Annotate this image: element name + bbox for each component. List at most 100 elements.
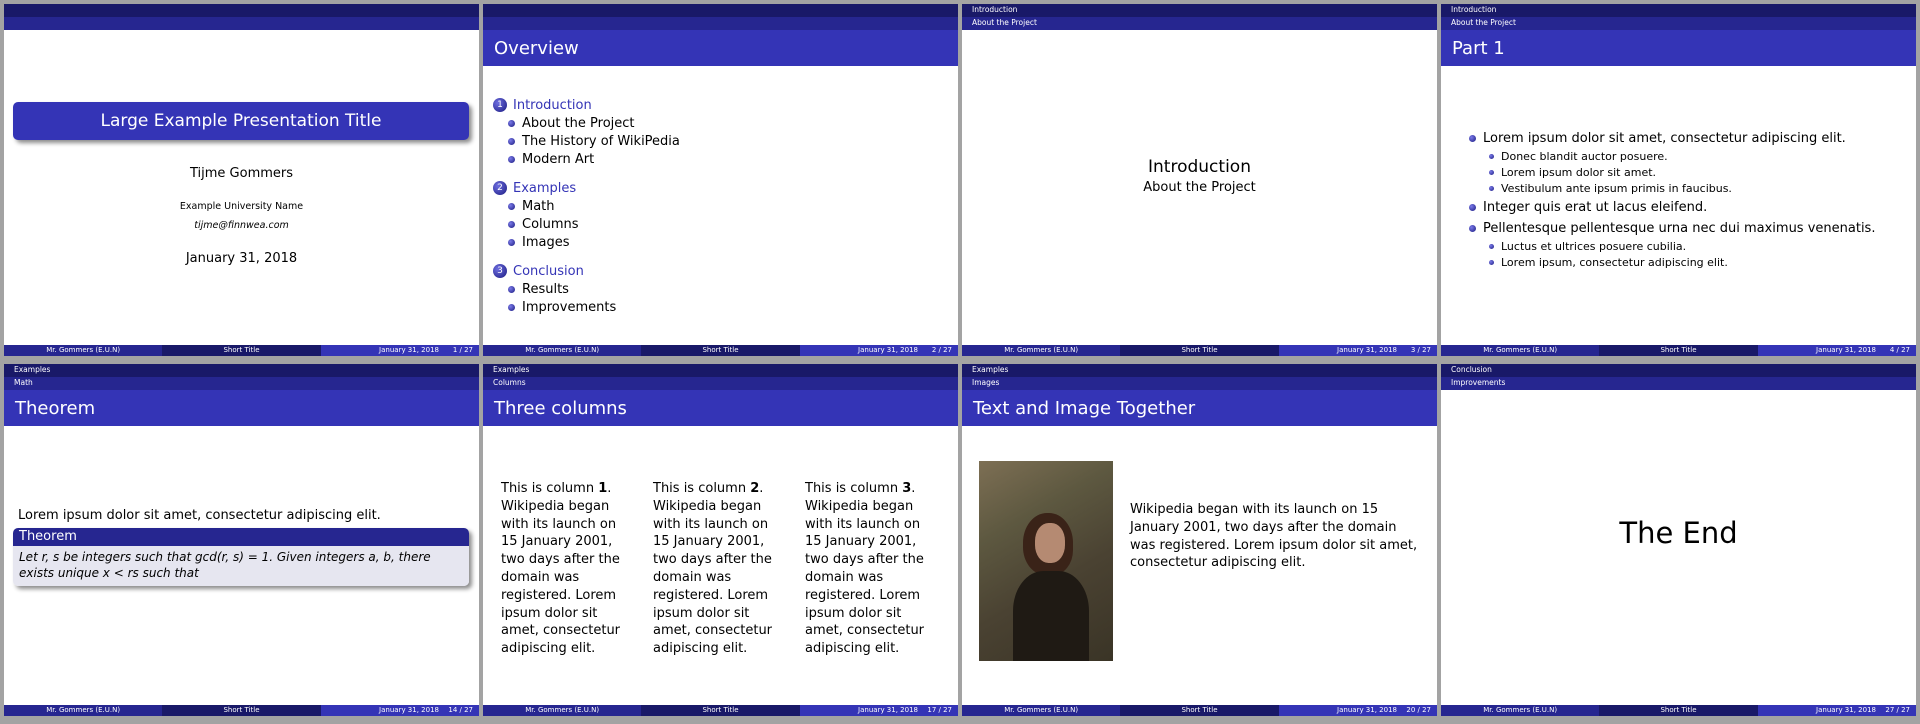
bullet-icon: [1489, 243, 1494, 249]
header-bar-bottom: About the Project: [962, 17, 1437, 30]
footer-right: January 31, 2018 4 / 27: [1757, 345, 1916, 356]
slide-section-intro[interactable]: Introduction About the Project Introduct…: [962, 4, 1437, 356]
toc-subsection[interactable]: Columns: [508, 215, 680, 233]
section-number-badge: 2: [493, 181, 507, 195]
sub-list-item-text: Vestibulum ante ipsum primis in faucibus…: [1501, 181, 1732, 195]
sub-list-item-text: Donec blandit auctor posuere.: [1501, 149, 1668, 163]
footer-right: January 31, 2018 3 / 27: [1278, 345, 1437, 356]
header-bar-top: [4, 4, 479, 17]
presentation-title: Large Example Presentation Title: [13, 102, 469, 140]
section-number-badge: 3: [493, 264, 507, 278]
toc-section[interactable]: 1 Introduction: [493, 96, 680, 114]
header-subsection[interactable]: About the Project: [972, 18, 1037, 27]
header-section[interactable]: Examples: [493, 365, 529, 374]
toc-subsection[interactable]: Modern Art: [508, 150, 680, 168]
footer: Mr. Gommers (E.U.N) Short Title January …: [483, 705, 958, 716]
footer-right: January 31, 2018 27 / 27: [1757, 705, 1916, 716]
header-section[interactable]: Conclusion: [1451, 365, 1492, 374]
page-number: 2 / 27: [931, 346, 952, 354]
header-subsection[interactable]: Images: [972, 378, 999, 387]
toc-subsection[interactable]: Math: [508, 197, 680, 215]
header-section[interactable]: Examples: [972, 365, 1008, 374]
frame-title-bar: Text and Image Together: [962, 390, 1437, 426]
bullet-icon: [508, 155, 515, 163]
toc-subsection-label: Math: [522, 198, 555, 214]
sub-list-item-text: Lorem ipsum dolor sit amet.: [1501, 165, 1657, 179]
toc-subsection-label: Columns: [522, 216, 579, 232]
toc-subsection-label: Images: [522, 234, 570, 250]
header-bar-bottom: About the Project: [1441, 17, 1916, 30]
toc-subsection[interactable]: The History of WikiPedia: [508, 132, 680, 150]
footer-short-title: Short Title: [162, 705, 321, 716]
header-subsection[interactable]: Math: [14, 378, 33, 387]
closing-title: The End: [1619, 516, 1738, 550]
institute: Example University Name: [179, 201, 304, 212]
footer-date: January 31, 2018: [858, 706, 918, 714]
column-body: Wikipedia began with its launch on 15 Ja…: [653, 498, 773, 657]
page-number: 20 / 27: [1406, 706, 1431, 714]
toc-subsection[interactable]: About the Project: [508, 114, 680, 132]
bullet-icon: [1489, 169, 1494, 175]
slide-overview[interactable]: Overview 1 Introduction About the Project…: [483, 4, 958, 356]
footer-author: Mr. Gommers (E.U.N): [483, 345, 642, 356]
bullet-icon: [508, 238, 515, 246]
frame-title-bar: Three columns: [483, 390, 958, 426]
footer-date: January 31, 2018: [1816, 346, 1876, 354]
footer-date: January 31, 2018: [379, 706, 439, 714]
header-bar-bottom: [4, 17, 479, 30]
toc-subsection-label: Results: [522, 281, 569, 297]
header-section[interactable]: Examples: [14, 365, 50, 374]
slide-text-image[interactable]: Examples Images Text and Image Together …: [962, 364, 1437, 716]
theorem-block-title: Theorem: [13, 528, 469, 546]
bullet-list: Lorem ipsum dolor sit amet, consectetur …: [1469, 129, 1875, 270]
sub-list-item: Luctus et ultrices posuere cubilia.: [1489, 238, 1875, 254]
slide-three-columns[interactable]: Examples Columns Three columns This is c…: [483, 364, 958, 716]
header-subsection[interactable]: Columns: [493, 378, 526, 387]
theorem-block-body: Let r, s be integers such that gcd(r, s)…: [13, 546, 469, 586]
bullet-icon: [508, 119, 515, 127]
header-bar-bottom: Columns: [483, 377, 958, 390]
sub-list-item-text: Lorem ipsum, consectetur adipiscing elit…: [1501, 255, 1728, 269]
table-of-contents: 1 Introduction About the Project The Hist…: [493, 96, 680, 316]
toc-section-label: Conclusion: [513, 263, 584, 279]
body-text: Wikipedia began with its launch on 15 Ja…: [1130, 502, 1418, 571]
header-section[interactable]: Introduction: [972, 5, 1017, 14]
sub-list-item: Lorem ipsum, consectetur adipiscing elit…: [1489, 254, 1875, 270]
slide-title[interactable]: Large Example Presentation Title Tijme G…: [4, 4, 479, 356]
footer-right: January 31, 2018 17 / 27: [799, 705, 958, 716]
footer-date: January 31, 2018: [379, 346, 439, 354]
sub-list-item: Donec blandit auctor posuere.: [1489, 148, 1875, 164]
footer: Mr. Gommers (E.U.N) Short Title January …: [1441, 705, 1916, 716]
page-number: 3 / 27: [1410, 346, 1431, 354]
header-subsection[interactable]: About the Project: [1451, 18, 1516, 27]
bullet-icon: [1469, 204, 1476, 211]
header-subsection[interactable]: Improvements: [1451, 378, 1505, 387]
toc-subsection[interactable]: Images: [508, 233, 680, 251]
toc-subsection-label: About the Project: [522, 115, 635, 131]
page-number: 1 / 27: [452, 346, 473, 354]
toc-subsection[interactable]: Improvements: [508, 298, 680, 316]
header-bar-top: Examples: [483, 364, 958, 377]
bullet-icon: [1489, 259, 1494, 265]
header-bar-bottom: Images: [962, 377, 1437, 390]
toc-section[interactable]: 3 Conclusion: [493, 262, 680, 280]
slide-theorem[interactable]: Examples Math Theorem Lorem ipsum dolor …: [4, 364, 479, 716]
frame-title-bar: Theorem: [4, 390, 479, 426]
toc-section-label: Introduction: [513, 97, 592, 113]
slide-part-1[interactable]: Introduction About the Project Part 1 Lo…: [1441, 4, 1916, 356]
toc-section[interactable]: 2 Examples: [493, 179, 680, 197]
footer-short-title: Short Title: [1120, 705, 1279, 716]
bullet-icon: [508, 137, 515, 145]
footer-author: Mr. Gommers (E.U.N): [962, 705, 1121, 716]
slide-the-end[interactable]: Conclusion Improvements The End Mr. Gomm…: [1441, 364, 1916, 716]
bullet-icon: [1489, 185, 1494, 191]
header-bar-bottom: [483, 17, 958, 30]
footer: Mr. Gommers (E.U.N) Short Title January …: [4, 705, 479, 716]
bullet-icon: [508, 285, 515, 293]
slide-grid: Large Example Presentation Title Tijme G…: [0, 0, 1920, 724]
footer-author: Mr. Gommers (E.U.N): [962, 345, 1121, 356]
header-section[interactable]: Introduction: [1451, 5, 1496, 14]
header-bar-bottom: Math: [4, 377, 479, 390]
toc-subsection[interactable]: Results: [508, 280, 680, 298]
toc-subsection-label: Modern Art: [522, 151, 595, 167]
